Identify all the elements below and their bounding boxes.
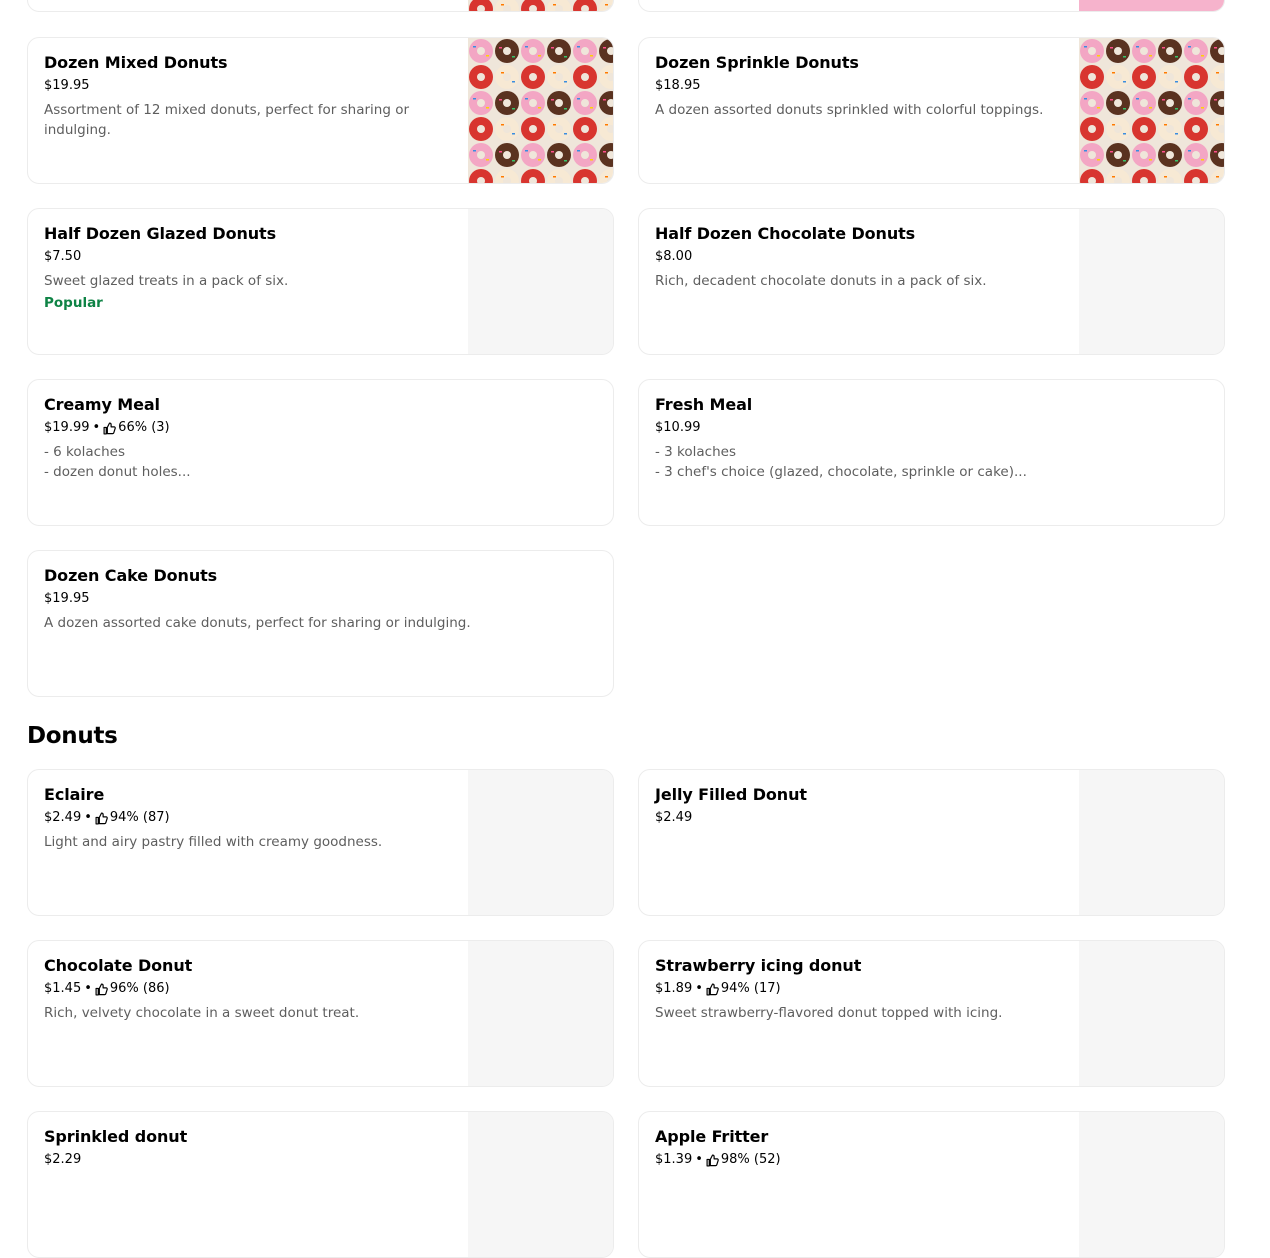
item-description: Sweet glazed treats in a pack of six. <box>44 273 289 289</box>
thumbs-up-icon <box>103 422 116 435</box>
item-price: $19.95 <box>44 78 90 93</box>
item-description: Light and airy pastry filled with creamy… <box>44 834 383 850</box>
item-price: $18.95 <box>655 78 701 93</box>
item-image-placeholder <box>1079 1112 1224 1257</box>
item-price: $19.99 <box>44 420 90 435</box>
item-name: Jelly Filled Donut <box>655 785 807 804</box>
item-name: Fresh Meal <box>655 395 753 414</box>
item-name: Strawberry icing donut <box>655 956 862 975</box>
menu-item-card[interactable]: Dozen Sprinkle Donuts $18.95 A dozen ass… <box>638 37 1225 184</box>
item-image <box>468 38 613 183</box>
section-title-donuts: Donuts <box>27 723 118 749</box>
item-description: Assortment of 12 mixed donuts, perfect f… <box>44 102 410 138</box>
item-price: $10.99 <box>655 420 701 435</box>
item-image-placeholder <box>468 209 613 354</box>
menu-item-card[interactable]: Chocolate Donut $1.45 • 96% (86) Rich, v… <box>27 940 614 1087</box>
item-price: $2.49 <box>655 810 693 825</box>
item-image <box>1079 38 1224 183</box>
item-name: Dozen Sprinkle Donuts <box>655 53 859 72</box>
item-description: Rich, decadent chocolate donuts in a pac… <box>655 273 987 289</box>
item-rating: 94% (17) <box>720 981 781 996</box>
item-price: $8.00 <box>655 249 693 264</box>
menu-item-card-partial[interactable] <box>27 0 614 12</box>
item-rating: 98% (52) <box>720 1152 781 1167</box>
item-image <box>468 0 613 11</box>
item-name: Eclaire <box>44 785 105 804</box>
item-name: Chocolate Donut <box>44 956 193 975</box>
item-description: - 3 kolaches - 3 chef's choice (glazed, c… <box>655 444 1027 480</box>
item-price: $7.50 <box>44 249 82 264</box>
menu-item-card[interactable]: Dozen Mixed Donuts $19.95 Assortment of … <box>27 37 614 184</box>
menu-item-card[interactable]: Jelly Filled Donut $2.49 <box>638 769 1225 916</box>
item-image-placeholder <box>1079 770 1224 915</box>
item-price: $19.95 <box>44 591 90 606</box>
item-price: $1.39 <box>655 1152 693 1167</box>
item-name: Half Dozen Chocolate Donuts <box>655 224 916 243</box>
menu-item-card-partial[interactable] <box>638 0 1225 12</box>
menu-item-card[interactable]: Half Dozen Chocolate Donuts $8.00 Rich, … <box>638 208 1225 355</box>
menu-item-card[interactable]: Fresh Meal $10.99 - 3 kolaches - 3 chef's… <box>638 379 1225 526</box>
item-price: $1.45 <box>44 981 82 996</box>
thumbs-up-icon <box>95 983 108 996</box>
item-image-placeholder <box>1079 941 1224 1086</box>
menu-item-card[interactable]: Strawberry icing donut $1.89 • 94% (17) … <box>638 940 1225 1087</box>
item-description: A dozen assorted cake donuts, perfect fo… <box>44 615 471 631</box>
menu-item-card[interactable]: Eclaire $2.49 • 94% (87) Light and airy … <box>27 769 614 916</box>
popular-badge: Popular <box>44 295 103 311</box>
menu-item-card[interactable]: Apple Fritter $1.39 • 98% (52) <box>638 1111 1225 1258</box>
item-rating: 96% (86) <box>109 981 170 996</box>
item-name: Dozen Mixed Donuts <box>44 53 228 72</box>
item-name: Apple Fritter <box>655 1127 769 1146</box>
thumbs-up-icon <box>706 1154 719 1167</box>
item-image-placeholder <box>468 770 613 915</box>
item-name: Creamy Meal <box>44 395 160 414</box>
item-description: Sweet strawberry-flavored donut topped w… <box>655 1005 1003 1021</box>
item-image-placeholder <box>468 941 613 1086</box>
menu-item-card[interactable]: Half Dozen Glazed Donuts $7.50 Sweet gla… <box>27 208 614 355</box>
item-name: Dozen Cake Donuts <box>44 566 218 585</box>
item-rating: 94% (87) <box>109 810 170 825</box>
item-description: A dozen assorted donuts sprinkled with c… <box>655 102 1044 118</box>
item-price: $1.89 <box>655 981 693 996</box>
item-image <box>1079 0 1224 11</box>
item-name: Half Dozen Glazed Donuts <box>44 224 277 243</box>
item-image-placeholder <box>1079 209 1224 354</box>
item-description: Rich, velvety chocolate in a sweet donut… <box>44 1005 360 1021</box>
item-rating: 66% (3) <box>118 420 170 435</box>
item-price: $2.29 <box>44 1152 82 1167</box>
item-price: $2.49 <box>44 810 82 825</box>
item-name: Sprinkled donut <box>44 1127 188 1146</box>
menu-item-card[interactable]: Creamy Meal $19.99 • 66% (3) - 6 kolache… <box>27 379 614 526</box>
item-image-placeholder <box>468 1112 613 1257</box>
item-description: - 6 kolaches - dozen donut holes... <box>44 444 191 480</box>
menu-item-card[interactable]: Dozen Cake Donuts $19.95 A dozen assorte… <box>27 550 614 697</box>
thumbs-up-icon <box>95 812 108 825</box>
menu-item-card[interactable]: Sprinkled donut $2.29 <box>27 1111 614 1258</box>
thumbs-up-icon <box>706 983 719 996</box>
